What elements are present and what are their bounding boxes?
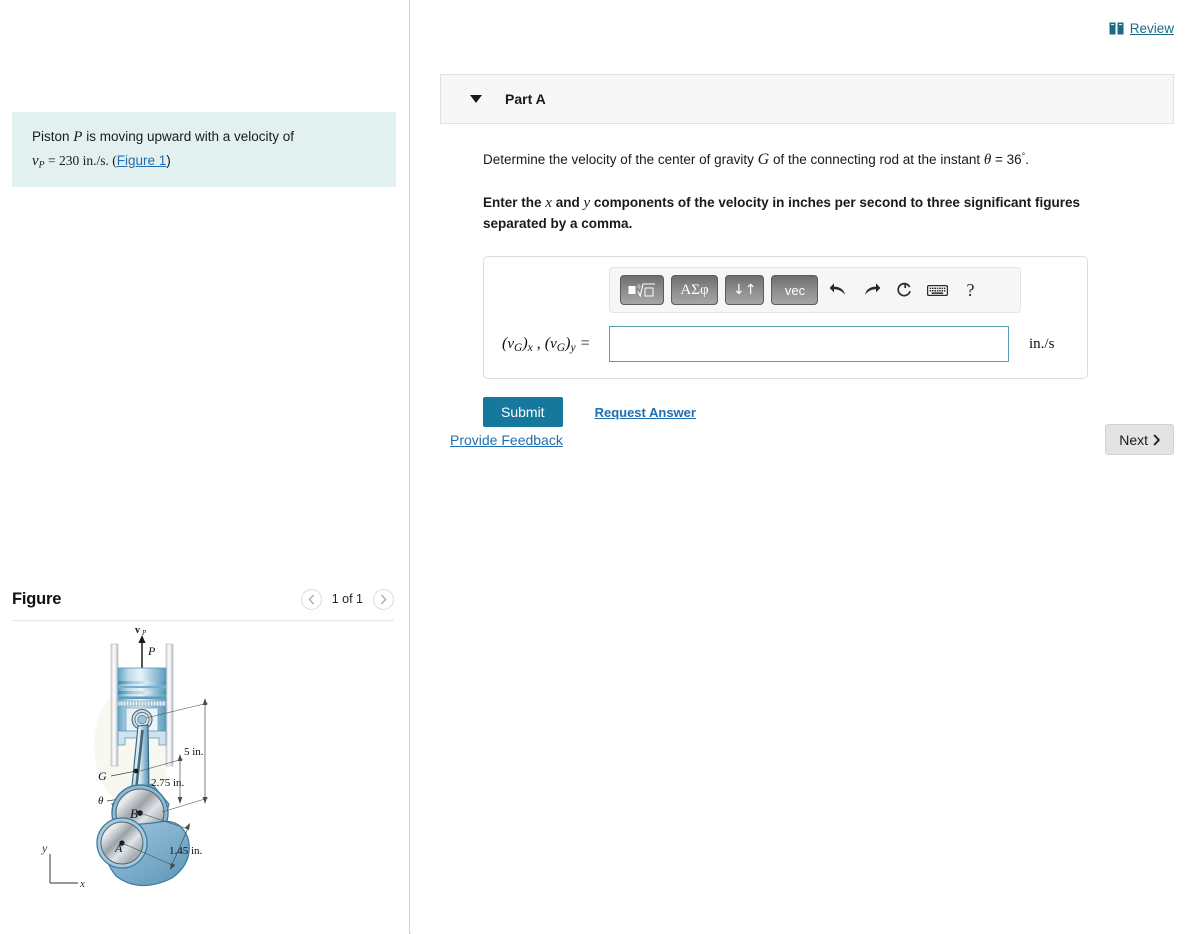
figure-label-vp: v	[135, 626, 140, 636]
greek-letters-button[interactable]: ΑΣφ	[671, 275, 718, 306]
review-link[interactable]: Review	[1130, 21, 1174, 36]
keyboard-icon-glyph	[926, 284, 948, 296]
answer-label: (vG)x , (vG)y =	[502, 334, 591, 354]
svg-text:0: 0	[638, 284, 641, 290]
problem-text-pre: Piston	[32, 129, 74, 144]
figure-divider	[12, 620, 394, 621]
right-panel: Review Part A Determine the velocity of …	[411, 0, 1200, 934]
chevron-left-icon	[308, 594, 314, 604]
figure-counter: 1 of 1	[331, 592, 363, 606]
left-panel: Piston P is moving upward with a velocit…	[0, 0, 410, 934]
figure-label-vp-sub: P	[141, 629, 147, 637]
question-mid: of the connecting rod at the instant	[769, 152, 984, 167]
figure-label-g: G	[98, 769, 107, 783]
paren-close: )	[166, 153, 171, 168]
instruction-pre: Enter the	[483, 194, 546, 210]
part-a-panel: Part A Determine the velocity of the cen…	[440, 74, 1174, 428]
figure-dim-5in: 5 in.	[184, 746, 204, 758]
book-icon	[1109, 22, 1124, 35]
part-a-body: Determine the velocity of the center of …	[440, 124, 1174, 428]
answer-input[interactable]	[609, 326, 1009, 363]
provide-feedback-link[interactable]: Provide Feedback	[450, 432, 563, 448]
question-angle: = 36	[991, 152, 1022, 167]
figure-header: Figure 1 of 1	[12, 578, 394, 620]
refresh-icon[interactable]	[891, 277, 917, 303]
question-pre: Determine the velocity of the center of …	[483, 152, 758, 167]
part-a-header[interactable]: Part A	[440, 74, 1174, 124]
redo-icon-glyph	[864, 283, 881, 296]
problem-page: Piston P is moving upward with a velocit…	[0, 0, 1200, 934]
vector-button[interactable]: vec	[771, 275, 819, 306]
question-text: Determine the velocity of the center of …	[483, 148, 1129, 173]
problem-text-post: is moving upward with a velocity of	[82, 129, 295, 144]
figure-1-link[interactable]: Figure 1	[117, 153, 167, 168]
greek-letters-label: ΑΣφ	[680, 281, 709, 298]
figure-navigation: 1 of 1	[300, 588, 394, 610]
redo-arrow-icon[interactable]	[858, 277, 884, 303]
template-sqrt-button[interactable]: 0	[620, 275, 664, 306]
figure-label-p: P	[147, 644, 156, 658]
next-button-label: Next	[1119, 431, 1148, 448]
question-end: .	[1025, 152, 1030, 167]
figure-axis-x: x	[79, 878, 85, 890]
problem-line-1: Piston P is moving upward with a velocit…	[32, 125, 380, 149]
figure-prev-button[interactable]	[300, 588, 322, 610]
vector-label: vec	[784, 282, 806, 298]
figure-image[interactable]: v P P G θ B A 5 in. 2.75 in. 1.45 in. y …	[12, 625, 396, 926]
problem-line-2: vP = 230 in./s. (Figure 1)	[32, 149, 380, 173]
request-answer-link[interactable]: Request Answer	[595, 405, 696, 420]
part-a-label: Part A	[505, 91, 546, 107]
chevron-right-icon	[1153, 433, 1160, 446]
figure-title: Figure	[12, 589, 62, 608]
undo-arrow-icon[interactable]	[825, 277, 851, 303]
caret-down-icon[interactable]	[470, 95, 482, 103]
sqrt-template-icon: 0	[628, 283, 655, 298]
next-button[interactable]: Next	[1105, 424, 1174, 455]
arrows-button[interactable]: ↓↑	[725, 275, 765, 306]
cg-symbol: G	[757, 151, 770, 168]
figure-label-b: B	[130, 806, 138, 821]
figure-dim-145in: 1.45 in.	[169, 845, 203, 857]
figure-label-a: A	[114, 841, 123, 855]
figure-label-theta: θ	[98, 795, 104, 807]
review-row[interactable]: Review	[1109, 21, 1174, 36]
answer-card: 0 ΑΣφ ↓↑ vec ? (vG)x , (vG)y = in./s	[483, 256, 1088, 380]
figure-axis-y: y	[41, 841, 48, 855]
figure-next-button[interactable]	[373, 588, 394, 610]
velocity-symbol: v	[32, 153, 39, 169]
question-instruction: Enter the x and y components of the velo…	[483, 193, 1123, 233]
submit-button[interactable]: Submit	[483, 397, 563, 428]
arrows-label: ↓↑	[733, 282, 757, 299]
velocity-value: = 230 in./s. (	[44, 153, 117, 168]
instruction-and: and	[551, 194, 584, 210]
math-toolbar: 0 ΑΣφ ↓↑ vec ?	[609, 267, 1021, 314]
piston-crank-diagram: v P P G θ B A 5 in. 2.75 in. 1.45 in. y …	[41, 625, 209, 890]
undo-icon-glyph	[829, 283, 845, 296]
footer-row: Provide Feedback Next	[440, 424, 1174, 455]
chevron-right-icon	[380, 594, 387, 604]
problem-statement: Piston P is moving upward with a velocit…	[12, 112, 396, 188]
answer-unit: in./s	[1029, 335, 1055, 352]
help-question-icon[interactable]: ?	[957, 277, 983, 303]
refresh-icon-glyph	[897, 282, 911, 297]
answer-row: (vG)x , (vG)y = in./s	[496, 326, 1075, 363]
keyboard-icon[interactable]	[924, 277, 950, 303]
x-symbol: x	[545, 194, 552, 211]
figure-dim-275in: 2.75 in.	[151, 777, 185, 789]
action-row: Submit Request Answer	[483, 397, 1174, 428]
